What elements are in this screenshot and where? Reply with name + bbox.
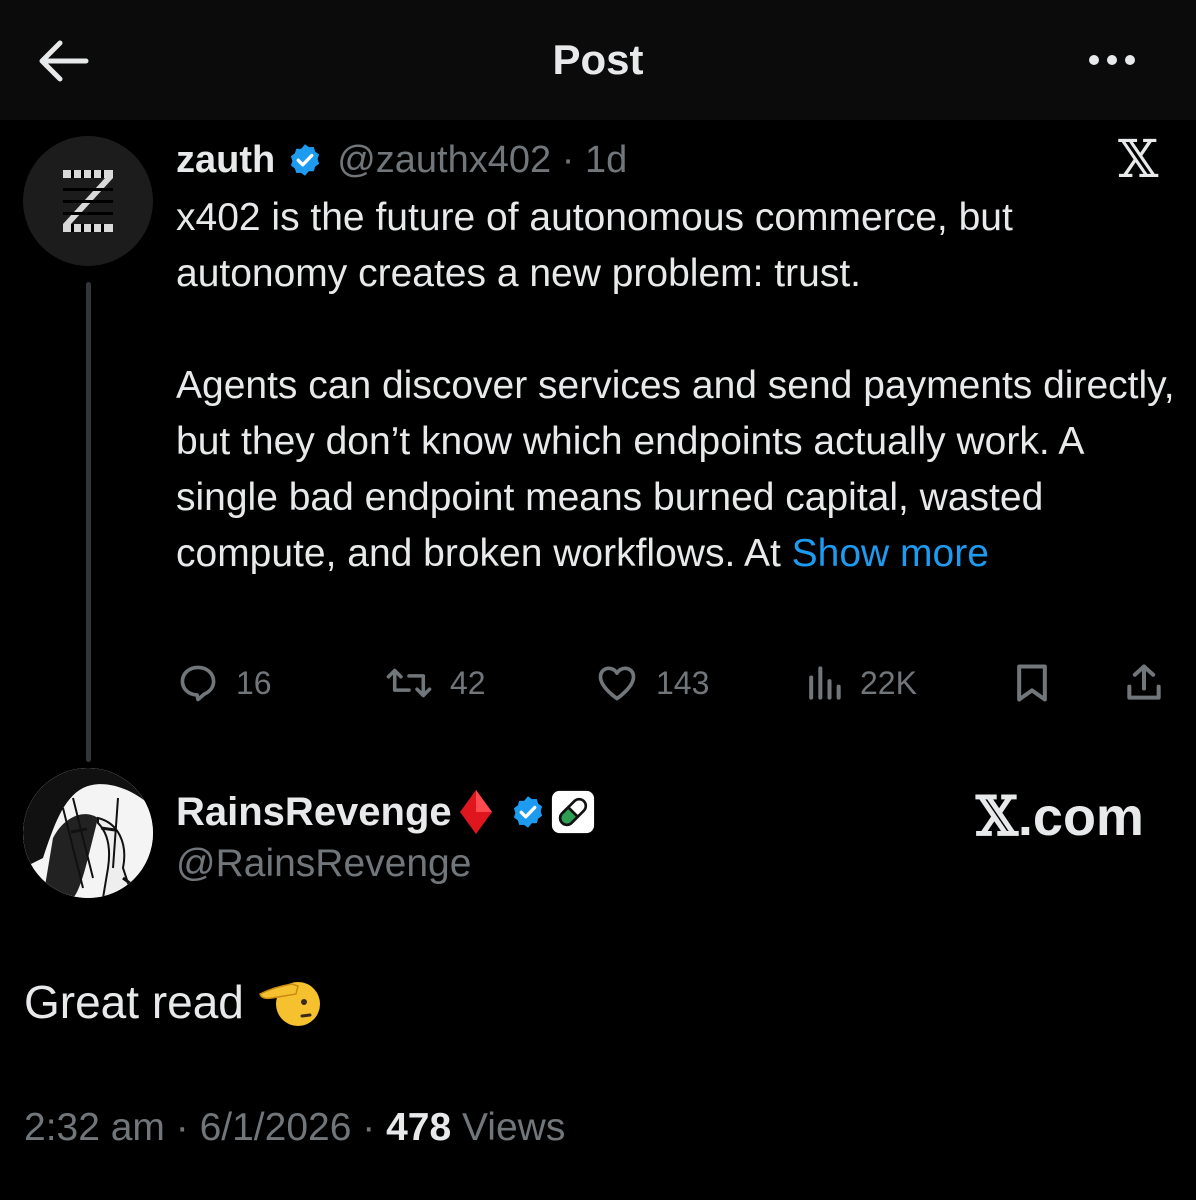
quoted-paragraph-1: x402 is the future of autonomous commerc… [176, 196, 1013, 295]
analytics-icon [809, 666, 841, 700]
view-count: 22K [860, 664, 917, 701]
share-button[interactable] [1122, 655, 1166, 711]
pill-badge-icon [551, 790, 594, 834]
reply-button[interactable]: 16 [176, 655, 272, 711]
page-title: Post [552, 36, 644, 83]
anime-portrait-image [23, 768, 153, 898]
quoted-post-header: zauth @zauthx402 · 1d [176, 136, 627, 184]
top-bar: Post [0, 0, 1196, 120]
saluting-face-emoji-icon [259, 982, 320, 1026]
repost-icon [386, 668, 432, 698]
quoted-paragraph-2: Agents can discover services and send pa… [176, 364, 1175, 575]
like-count: 143 [656, 664, 710, 701]
views-count[interactable]: 478 [386, 1106, 451, 1149]
reply-text: Great read [24, 976, 244, 1028]
x-brand-icon: 𝕏 [976, 784, 1018, 848]
reply-icon [180, 665, 216, 702]
views-button[interactable]: 22K [804, 655, 917, 711]
repost-count: 42 [450, 664, 486, 701]
bookmark-button[interactable] [1012, 655, 1052, 711]
thread-connector-line [86, 282, 91, 762]
reply-body: Great read [24, 972, 322, 1032]
zauth-avatar[interactable] [23, 136, 153, 266]
reply-handle[interactable]: @RainsRevenge [176, 842, 471, 886]
heart-icon [598, 666, 636, 701]
reply-author-row: RainsRevenge [176, 784, 596, 840]
zauth-logo [63, 170, 113, 232]
more-options-button[interactable] [1082, 40, 1142, 80]
repost-button[interactable]: 42 [384, 655, 486, 711]
reply-display-name[interactable]: RainsRevenge [176, 790, 452, 835]
post-date: 6/1/2026 [199, 1106, 352, 1149]
post-age: 1d [584, 138, 628, 181]
verified-badge-icon [291, 144, 320, 176]
quoted-display-name[interactable]: zauth [176, 139, 275, 182]
x-logo-icon: 𝕏 [1118, 130, 1159, 190]
post-time: 2:32 am [24, 1106, 165, 1149]
quoted-handle[interactable]: @zauthx402 · 1d [337, 139, 627, 182]
quoted-post-text: x402 is the future of autonomous commerc… [176, 190, 1176, 582]
like-button[interactable]: 143 [594, 655, 709, 711]
reply-count: 16 [236, 664, 272, 701]
more-horizontal-icon [1089, 55, 1099, 65]
red-diamond-icon [459, 790, 492, 834]
bookmark-icon [1017, 664, 1047, 702]
show-more-link[interactable]: Show more [792, 532, 989, 575]
xcom-text: .com [1017, 787, 1144, 847]
rainsrevenge-avatar[interactable] [23, 768, 153, 898]
post-meta: 2:32 am · 6/1/2026 · 478 Views [24, 1106, 566, 1149]
post-actions-bar: 16 42 143 22K [176, 655, 1176, 711]
xcom-watermark: 𝕏.com [976, 784, 1144, 848]
views-label: Views [462, 1106, 566, 1149]
verified-badge-icon [513, 796, 542, 828]
share-icon [1127, 664, 1161, 700]
